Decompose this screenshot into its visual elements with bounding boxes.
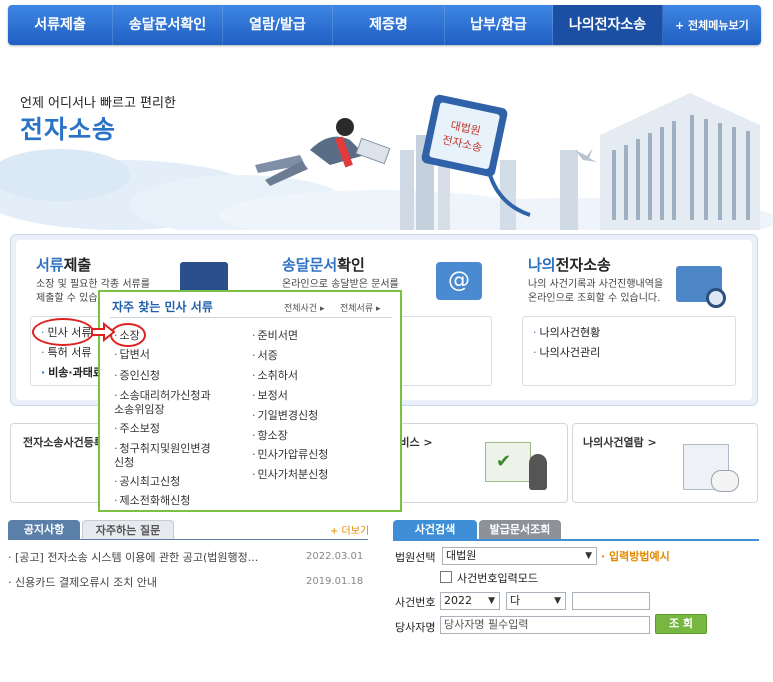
input-method-example-label: 입력방법예시 [609,550,670,563]
hero-title: 전자소송 [20,115,117,144]
tab-faq[interactable]: 자주하는 질문 [82,520,174,540]
service-title-rest: 확인 [337,256,365,274]
hero-subtitle: 언제 어디서나 빠르고 편리한 [20,96,176,111]
chevron-down-icon: ▼ [585,551,592,561]
popup-item-public-notice[interactable]: 공시최고신청 [114,475,181,489]
microphone-icon [529,454,547,490]
banner-my-case-view[interactable]: 나의사건열람 > [572,423,758,503]
party-name-input[interactable]: 당사자명 필수입력 [440,616,650,634]
service-title-highlight: 송달문서 [282,256,338,274]
popup-item-date-change[interactable]: 기일변경신청 [252,409,319,423]
service-delivery-check-title[interactable]: 송달문서확인 [282,254,365,275]
case-year-select[interactable]: 2022 ▼ [440,592,500,610]
service-title-rest: 제출 [63,256,92,274]
popup-item-preparatory-brief[interactable]: 준비서면 [252,329,298,343]
case-year-value: 2022 [444,594,472,607]
popup-item-pre-suit-settlement[interactable]: 제소전화해신청 [114,494,191,508]
search-tab-underline [393,539,759,541]
service-title-highlight: 서류 [36,256,64,274]
folder-search-icon [676,266,726,308]
popup-item-appeal[interactable]: 항소장 [252,429,288,443]
tab-case-search[interactable]: 사건검색 [393,520,477,540]
court-select-label: 법원선택 [395,551,436,564]
tab-notice[interactable]: 공지사항 [8,520,80,540]
nav-item-view-issue[interactable]: 열람/발급 [223,5,333,45]
banner-case-registration-label: 전자소송사건등록 [23,436,104,449]
notice-row-date: 2022.03.01 [306,551,364,562]
popup-title: 자주 찾는 민사 서류 [112,300,213,314]
popup-item-correction[interactable]: 보정서 [252,389,288,403]
chevron-down-icon: ▼ [488,596,495,606]
service-title-highlight: 나의 [528,256,556,274]
popup-item-witness-request[interactable]: 증인신청 [114,369,160,383]
search-submit-button[interactable]: 조 회 [655,614,707,634]
nav-item-my-e-litigation[interactable]: 나의전자소송 [553,5,663,45]
popup-all-documents-link[interactable]: 전체서류 ▸ [340,301,381,314]
nav-item-document-submit[interactable]: 서류제출 [8,5,113,45]
popup-divider [110,317,392,318]
notice-row-title[interactable]: [공고] 전자소송 시스템 이용에 관한 공고(법원행정... [15,551,258,564]
service-delivery-check-links [400,316,492,386]
service-document-submit-title[interactable]: 서류제출 [36,254,91,275]
popup-item-withdrawal[interactable]: 소취하서 [252,369,298,383]
party-name-label: 당사자명 [395,621,436,634]
nav-item-certificate[interactable]: 제증명 [333,5,445,45]
notice-row-title[interactable]: 신용카드 결제오류시 조치 안내 [15,576,157,589]
notice-tab-underline [8,539,368,540]
input-method-example-link[interactable]: · 입력방법예시 [601,548,670,564]
frequent-civil-documents-popup: 자주 찾는 민사 서류 전체사건 ▸ 전체서류 ▸ 소장 답변서 증인신청 소송… [98,290,402,512]
notice-more-link[interactable]: + 더보기 [330,522,369,537]
service-title-rest: 전자소송 [555,256,611,274]
popup-item-documentary-evidence[interactable]: 서증 [252,349,278,363]
notice-row[interactable]: · 신용카드 결제오류시 조치 안내 [8,574,157,590]
case-number-mode-label: 사건번호입력모드 [457,572,538,585]
red-arrow-icon [91,322,116,342]
notice-row[interactable]: · [공고] 전자소송 시스템 이용에 관한 공고(법원행정... [8,549,258,565]
popup-item-claim-change[interactable]: 청구취지및원인변경 신청 [114,442,244,470]
popup-all-cases-link[interactable]: 전체사건 ▸ [284,301,325,314]
service-my-e-litigation-title[interactable]: 나의전자소송 [528,254,611,275]
court-select-value: 대법원 [446,549,477,562]
banner-my-case-view-label: 나의사건열람 > [583,436,657,449]
popup-item-provisional-disposition[interactable]: 민사가처분신청 [252,468,329,482]
mouse-icon [711,470,739,492]
service-my-e-litigation-links: 나의사건현황 나의사건관리 [522,316,736,386]
chevron-down-icon: ▼ [554,596,561,606]
link-my-case-status[interactable]: 나의사건현황 [533,323,725,343]
notice-row-date: 2019.01.18 [306,576,364,587]
case-number-mode-checkbox[interactable] [440,571,452,583]
popup-item-answer[interactable]: 답변서 [114,348,150,362]
nav-item-payment-refund[interactable]: 납부/환급 [445,5,553,45]
main-nav: 서류제출 송달문서확인 열람/발급 제증명 납부/환급 나의전자소송 + 전체메… [8,5,761,45]
case-type-select[interactable]: 다 ▼ [506,592,566,610]
highlight-ring-civil-documents [32,318,94,346]
popup-item-address-correction[interactable]: 주소보정 [114,422,160,436]
popup-item-provisional-attachment[interactable]: 민사가압류신청 [252,448,329,462]
case-serial-input[interactable] [572,592,650,610]
calendar-icon: ✔ [485,442,531,482]
popup-item-attorney-permission[interactable]: 소송대리허가신청과 소송위임장 [114,389,244,417]
service-my-e-litigation-desc: 나의 사건기록과 사건진행내역을 온라인으로 조회할 수 있습니다. [528,278,663,306]
tab-issued-documents[interactable]: 발급문서조회 [479,520,561,540]
nav-item-delivery-check[interactable]: 송달문서확인 [113,5,223,45]
case-type-value: 다 [510,594,521,607]
service-desc-line: 나의 사건기록과 사건진행내역을 [528,279,664,290]
link-my-case-management[interactable]: 나의사건관리 [533,343,725,363]
magnifier-icon [706,288,726,308]
all-menu-link[interactable]: + 전체메뉴보기 [663,17,749,33]
case-number-label: 사건번호 [395,596,436,609]
court-select[interactable]: 대법원 ▼ [442,547,597,565]
email-folder-icon: @ [436,262,482,300]
service-desc-line: 온라인으로 조회할 수 있습니다. [528,293,661,304]
